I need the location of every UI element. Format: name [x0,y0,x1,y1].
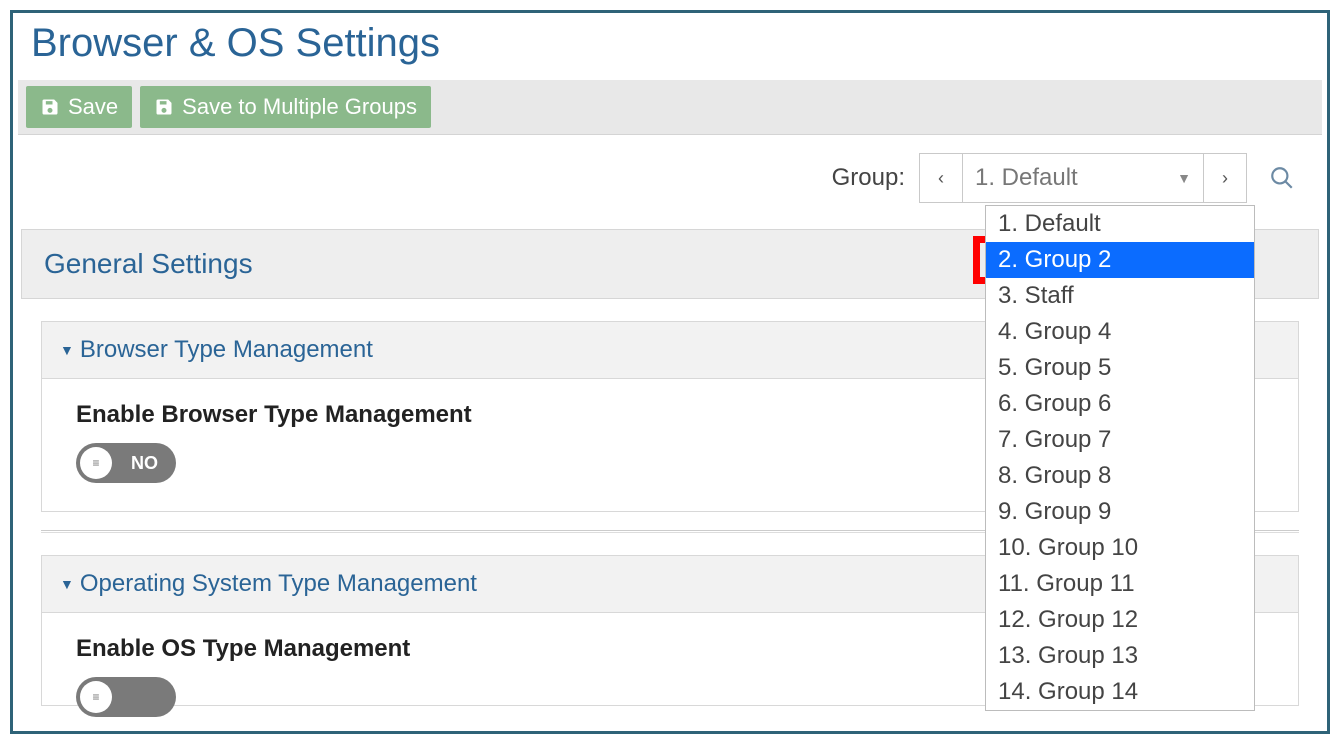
caret-down-icon: ▼ [60,576,74,592]
group-option[interactable]: 8. Group 8 [986,458,1254,494]
group-next-button[interactable]: › [1203,153,1247,203]
save-button[interactable]: Save [26,86,132,128]
chevron-right-icon: › [1222,168,1228,189]
group-select-value: 1. Default [975,164,1078,192]
group-option[interactable]: 5. Group 5 [986,350,1254,386]
toggle-value: NO [131,453,158,474]
group-option[interactable]: 3. Staff [986,278,1254,314]
save-icon [40,97,60,117]
group-option[interactable]: 9. Group 9 [986,494,1254,530]
page-title: Browser & OS Settings [13,13,1327,80]
group-option[interactable]: 7. Group 7 [986,422,1254,458]
group-option[interactable]: 14. Group 14 [986,674,1254,710]
app-frame: Browser & OS Settings Save Save to Multi… [10,10,1330,734]
group-option[interactable]: 6. Group 6 [986,386,1254,422]
group-select[interactable]: 1. Default ▼ [963,153,1203,203]
toolbar: Save Save to Multiple Groups [18,80,1322,135]
group-nav: ‹ 1. Default ▼ › [919,153,1247,203]
group-option[interactable]: 13. Group 13 [986,638,1254,674]
os-enable-toggle[interactable]: ≡ [76,677,176,717]
caret-down-icon: ▼ [60,342,74,358]
save-icon [154,97,174,117]
group-option[interactable]: 10. Group 10 [986,530,1254,566]
group-option[interactable]: 4. Group 4 [986,314,1254,350]
group-option[interactable]: 12. Group 12 [986,602,1254,638]
group-prev-button[interactable]: ‹ [919,153,963,203]
group-option[interactable]: 1. Default [986,206,1254,242]
section-general-title: General Settings [44,248,253,279]
search-icon [1269,165,1295,191]
chevron-left-icon: ‹ [938,168,944,189]
chevron-down-icon: ▼ [1177,170,1191,186]
panel-os-title: Operating System Type Management [80,570,477,598]
group-option[interactable]: 11. Group 11 [986,566,1254,602]
save-multi-button-label: Save to Multiple Groups [182,94,417,120]
panel-browser-title: Browser Type Management [80,336,373,364]
toggle-knob: ≡ [80,447,112,479]
group-option[interactable]: 2. Group 2 [986,242,1254,278]
group-dropdown[interactable]: 1. Default2. Group 23. Staff4. Group 45.… [985,205,1255,711]
toggle-knob: ≡ [80,681,112,713]
group-row: Group: ‹ 1. Default ▼ › 1. Default2. Gro… [13,135,1327,211]
save-multi-button[interactable]: Save to Multiple Groups [140,86,431,128]
group-search-button[interactable] [1257,153,1307,203]
save-button-label: Save [68,94,118,120]
browser-enable-toggle[interactable]: ≡ NO [76,443,176,483]
group-label: Group: [832,164,905,192]
